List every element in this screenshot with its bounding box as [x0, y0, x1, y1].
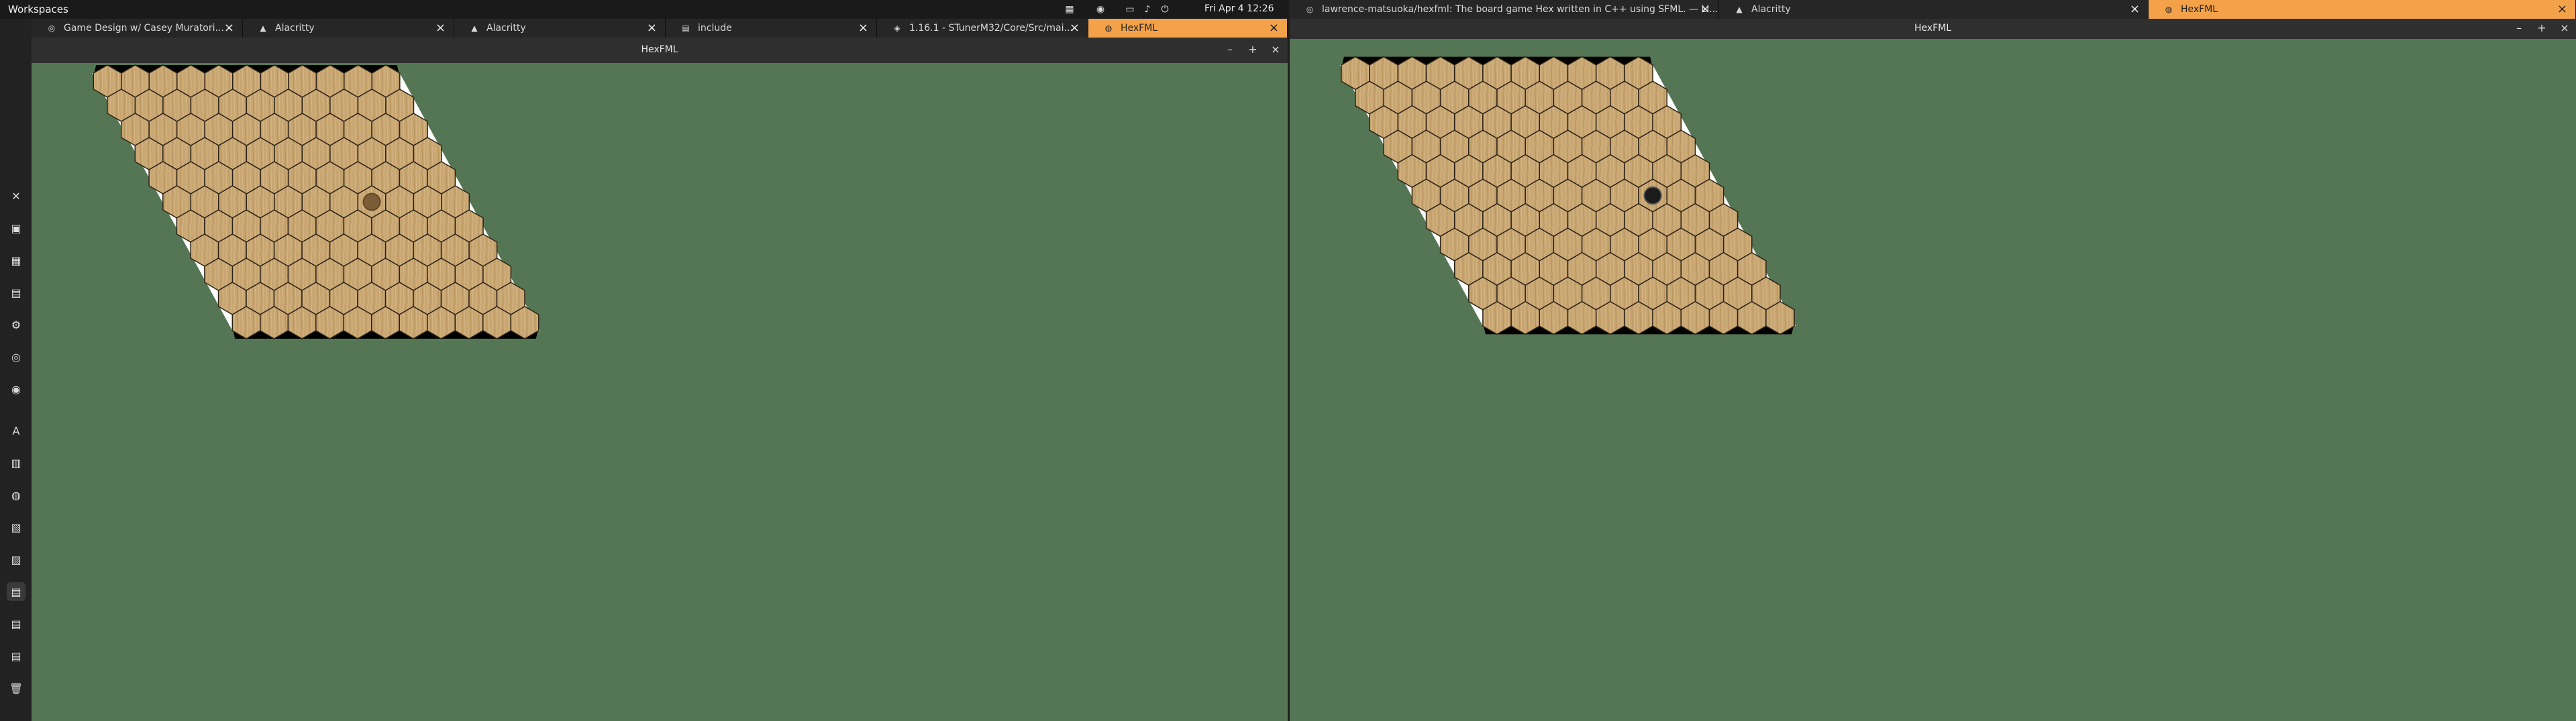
tab-label: 1.16.1 - STunerM32/Core/Src/mai... [909, 23, 1073, 34]
black-stone [1643, 186, 1662, 205]
tab-label: lawrence-matsuoka/hexfml: The board game… [1322, 4, 1718, 15]
left-tab-5[interactable]: ◍ HexFML × [1088, 19, 1288, 38]
folder-icon: ▤ [682, 23, 690, 33]
alacritty-icon: ▲ [260, 23, 266, 33]
power-icon[interactable]: ⏻ [1160, 4, 1170, 15]
alacritty-icon: ▲ [471, 23, 478, 33]
alacritty-icon: ▲ [1736, 5, 1743, 14]
left-board-area[interactable] [32, 63, 1288, 721]
editor-icon: ◈ [894, 23, 900, 33]
close-icon[interactable]: × [1700, 0, 1710, 19]
clock[interactable]: Fri Apr 4 12:26 [1204, 3, 1274, 14]
left-tab-0[interactable]: ◎ Game Design w/ Casey Muratori... × [32, 19, 243, 38]
close-icon[interactable]: × [435, 19, 446, 38]
files-icon[interactable]: ▤ [7, 283, 25, 302]
tab-label: HexFML [2181, 4, 2218, 15]
dock: ✕ ▣ ▦ ▤ ⚙ ◎ ◉ A ▥ ◍ ▧ ▨ ▤ ▤ ▤ 🗑 [0, 19, 32, 721]
left-hex-board[interactable] [32, 63, 1288, 721]
close-icon[interactable]: × [2130, 0, 2140, 19]
right-tab-bar: ◎ lawrence-matsuoka/hexfml: The board ga… [1290, 0, 2576, 19]
window-title: HexFML [641, 44, 678, 55]
browser-icon: ◎ [48, 23, 56, 33]
trash-icon[interactable]: 🗑 [7, 679, 25, 698]
close-button[interactable]: × [1269, 43, 1282, 56]
browser-icon[interactable]: ◎ [7, 347, 25, 366]
close-icon[interactable]: × [647, 19, 657, 38]
pdf-icon[interactable]: ▤ [7, 647, 25, 665]
window-title: HexFML [1914, 23, 1952, 34]
close-button[interactable]: × [2558, 21, 2571, 35]
grid-icon[interactable]: ▦ [1064, 4, 1075, 15]
vscode-icon[interactable]: ✕ [7, 186, 25, 205]
brown-stone [362, 192, 381, 211]
right-board-area[interactable] [1290, 39, 2576, 721]
left-tab-3[interactable]: ▤ include × [666, 19, 877, 38]
right-hex-board[interactable] [1290, 39, 2576, 721]
browser-icon: ◎ [1306, 5, 1314, 14]
tab-label: HexFML [1121, 23, 1158, 34]
chrome-icon[interactable]: ◉ [7, 380, 25, 398]
right-tab-1[interactable]: ▲ Alacritty × [1719, 0, 2149, 19]
close-icon[interactable]: × [2557, 0, 2567, 19]
workspaces-label[interactable]: Workspaces [8, 3, 68, 15]
app-icon: ◍ [2165, 5, 2173, 14]
tab-label: Alacritty [1751, 4, 1791, 15]
settings-icon[interactable]: ⚙ [7, 315, 25, 334]
volume-icon[interactable]: ♪ [1142, 4, 1153, 15]
minimize-button[interactable]: – [1223, 43, 1237, 56]
right-window-titlebar[interactable]: HexFML – + × [1290, 19, 2576, 39]
tab-label: include [698, 23, 732, 34]
file-icon[interactable]: ▤ [7, 582, 25, 601]
discord-icon[interactable]: ◉ [1095, 4, 1106, 15]
close-icon[interactable]: × [224, 19, 234, 38]
app-icon: ◍ [1104, 23, 1113, 33]
maximize-button[interactable]: + [2535, 21, 2548, 35]
right-tab-0[interactable]: ◎ lawrence-matsuoka/hexfml: The board ga… [1290, 0, 1719, 19]
window-icon[interactable]: ▭ [1125, 4, 1135, 15]
left-window-titlebar[interactable]: HexFML – + × [32, 38, 1288, 63]
left-tab-bar: ◎ Game Design w/ Casey Muratori... × ▲ Alacr… [32, 19, 1288, 38]
close-icon[interactable]: × [858, 19, 868, 38]
notes-icon[interactable]: ▨ [7, 550, 25, 569]
left-tab-2[interactable]: ▲ Alacritty × [454, 19, 666, 38]
terminal-icon[interactable]: ▣ [7, 219, 25, 237]
minimize-button[interactable]: – [2512, 21, 2526, 35]
slides-icon[interactable]: ▧ [7, 518, 25, 537]
top-bar: Workspaces ▦ ◉ ▭ ♪ ⏻ Fri Apr 4 12:26 [0, 0, 1288, 19]
discord-icon[interactable]: ◍ [7, 486, 25, 504]
document-icon[interactable]: ▤ [7, 614, 25, 633]
left-tab-4[interactable]: ◈ 1.16.1 - STunerM32/Core/Src/mai... × [877, 19, 1088, 38]
tab-label: Alacritty [275, 23, 315, 34]
docs-icon[interactable]: ▥ [7, 453, 25, 472]
left-tab-1[interactable]: ▲ Alacritty × [243, 19, 454, 38]
alacritty-icon[interactable]: A [7, 421, 25, 440]
maximize-button[interactable]: + [1246, 43, 1259, 56]
tab-label: Alacritty [486, 23, 526, 34]
apps-icon[interactable]: ▦ [7, 251, 25, 270]
tab-label: Game Design w/ Casey Muratori... [64, 23, 224, 34]
close-icon[interactable]: × [1070, 19, 1080, 38]
close-icon[interactable]: × [1269, 19, 1279, 38]
right-tab-2[interactable]: ◍ HexFML × [2149, 0, 2576, 19]
